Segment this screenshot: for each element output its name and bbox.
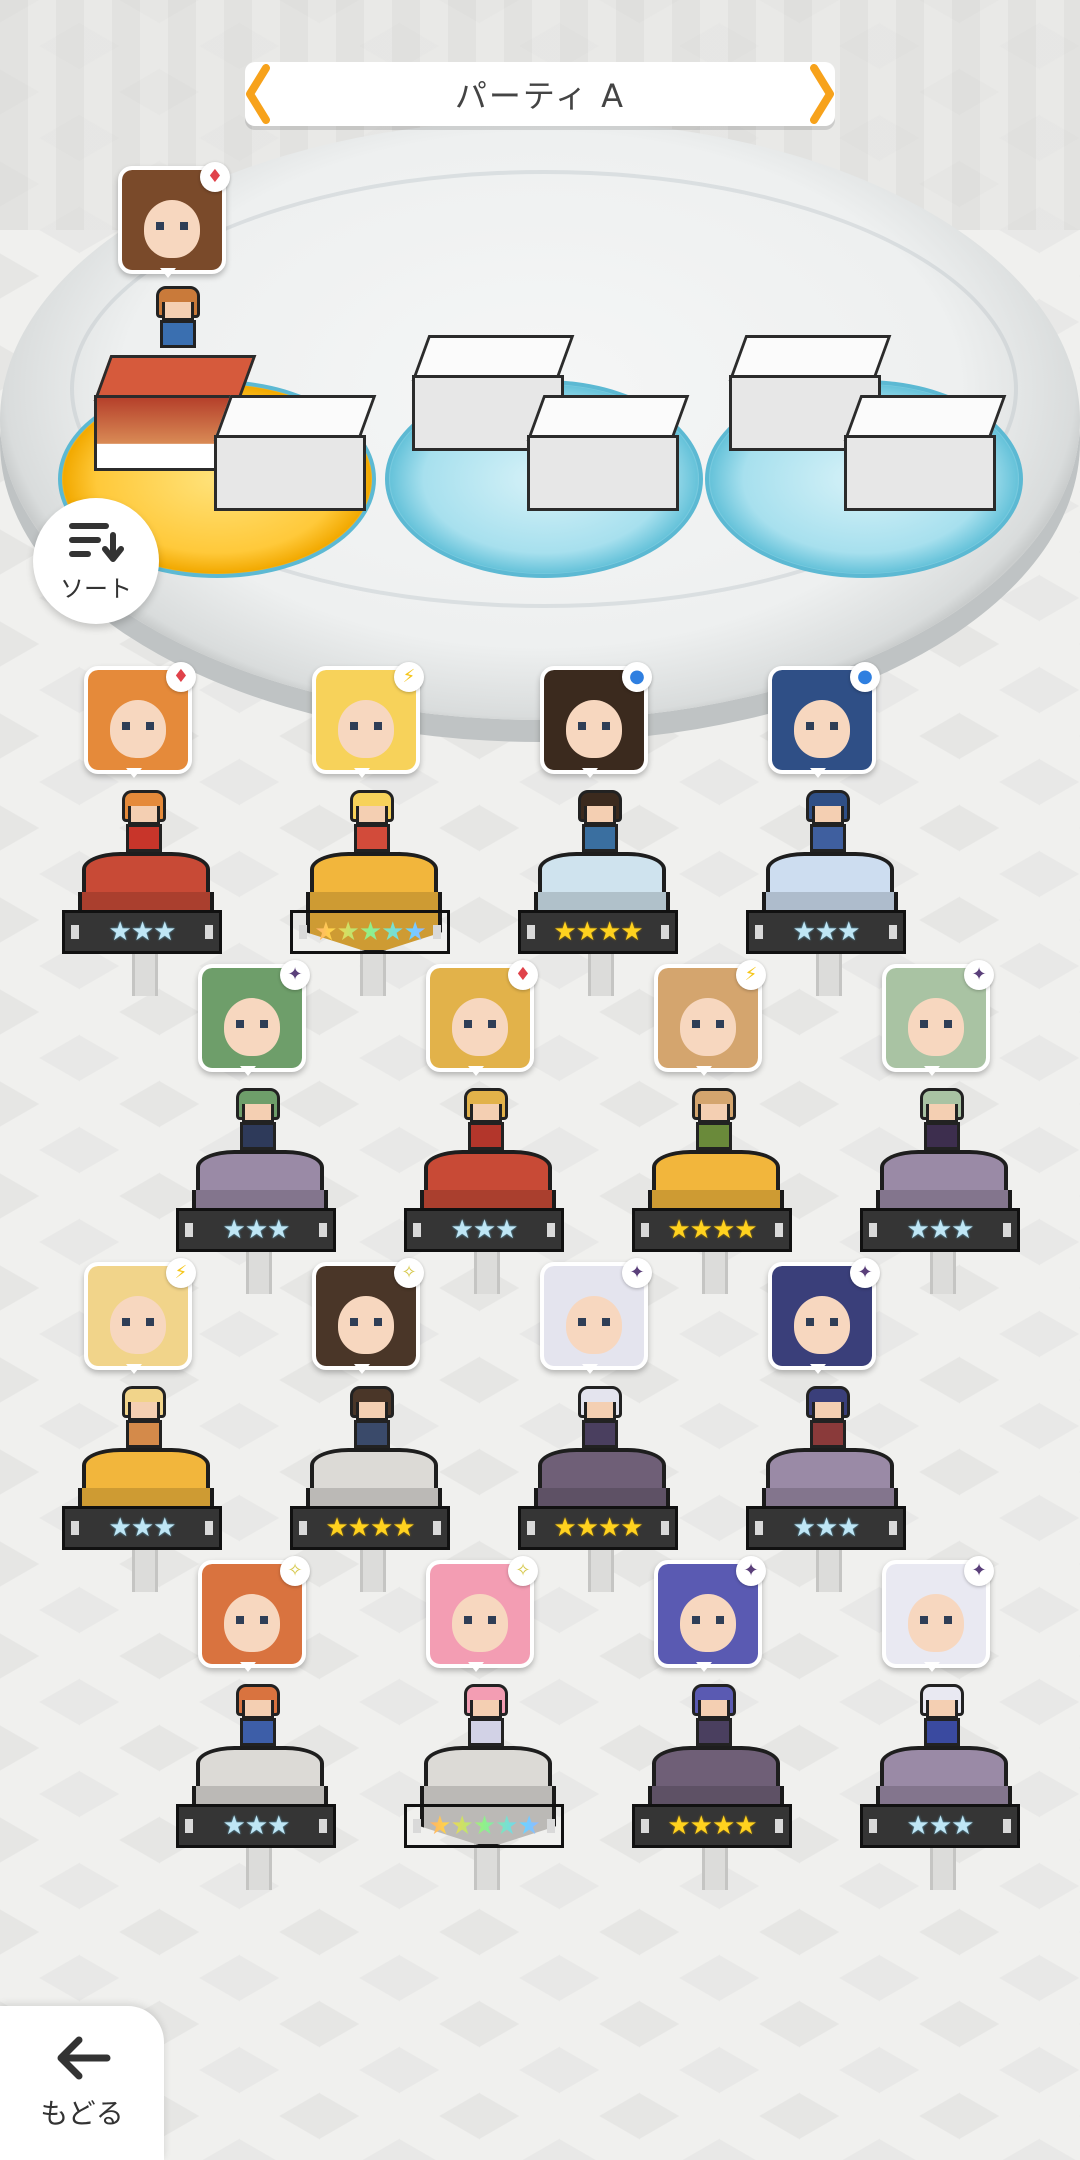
dark-element-icon: ✦ (736, 1556, 766, 1586)
next-party-button[interactable] (805, 62, 841, 126)
light-element-icon: ⚡ (394, 662, 424, 692)
character-card[interactable]: ✦ ★★★★ (518, 1258, 678, 1592)
water-element-icon: ● (622, 662, 652, 692)
character-sprite (118, 790, 166, 852)
wind-element-icon: ✧ (280, 1556, 310, 1586)
character-card[interactable]: ✧ ★★★★ (290, 1258, 450, 1592)
rarity-stars: ★★★★ (518, 1506, 678, 1550)
character-sprite (802, 790, 850, 852)
fire-element-icon: ♦ (166, 662, 196, 692)
character-sprite (232, 1684, 280, 1746)
back-button[interactable]: もどる (0, 2006, 164, 2160)
rarity-stars: ★★★ (860, 1208, 1020, 1252)
rarity-stars: ★★★★ (632, 1208, 792, 1252)
character-sprite (152, 286, 200, 348)
empty-block (843, 395, 1007, 511)
character-sprite (574, 1386, 622, 1448)
light-element-icon: ⚡ (166, 1258, 196, 1288)
character-sprite (232, 1088, 280, 1150)
character-card[interactable]: ✦ ★★★ (860, 960, 1020, 1294)
arrow-left-icon (57, 2036, 111, 2080)
character-card[interactable]: ♦ ★★★ (62, 662, 222, 996)
character-card[interactable]: ● ★★★★ (518, 662, 678, 996)
character-sprite (574, 790, 622, 852)
character-card[interactable]: ✦ ★★★ (746, 1258, 906, 1592)
character-sprite (460, 1088, 508, 1150)
character-card[interactable]: ♦ ★★★ (404, 960, 564, 1294)
character-sprite (802, 1386, 850, 1448)
rarity-stars: ★★★ (746, 910, 906, 954)
dark-element-icon: ✦ (964, 960, 994, 990)
light-element-icon: ⚡ (736, 960, 766, 990)
rarity-stars: ★★★★ (290, 1506, 450, 1550)
rarity-stars: ★★★ (746, 1506, 906, 1550)
character-card[interactable]: ✧ ★★★★★ (404, 1556, 564, 1890)
character-card[interactable]: ⚡ ★★★ (62, 1258, 222, 1592)
dark-element-icon: ✦ (280, 960, 310, 990)
character-card[interactable]: ✦ ★★★ (176, 960, 336, 1294)
prev-party-button[interactable] (239, 62, 275, 126)
party-title: パーティ A (454, 77, 626, 115)
character-sprite (688, 1088, 736, 1150)
rarity-stars: ★★★★ (518, 910, 678, 954)
rarity-stars: ★★★★★ (404, 1804, 564, 1848)
wind-element-icon: ✧ (508, 1556, 538, 1586)
chevron-right-icon (810, 64, 834, 124)
rarity-stars: ★★★ (62, 1506, 222, 1550)
rarity-stars: ★★★ (860, 1804, 1020, 1848)
sort-label: ソート (60, 574, 132, 603)
wind-element-icon: ✧ (394, 1258, 424, 1288)
rarity-stars: ★★★ (404, 1208, 564, 1252)
fire-element-icon: ♦ (508, 960, 538, 990)
sort-button[interactable]: ソート (33, 498, 159, 624)
rarity-stars: ★★★ (176, 1208, 336, 1252)
character-sprite (916, 1088, 964, 1150)
character-sprite (460, 1684, 508, 1746)
fire-element-icon: ♦ (200, 162, 230, 192)
dark-element-icon: ✦ (850, 1258, 880, 1288)
character-sprite (688, 1684, 736, 1746)
character-card[interactable]: ✦ ★★★ (860, 1556, 1020, 1890)
sort-icon (69, 522, 124, 562)
rarity-stars: ★★★ (62, 910, 222, 954)
rarity-stars: ★★★ (176, 1804, 336, 1848)
chevron-left-icon (246, 64, 270, 124)
character-sprite (916, 1684, 964, 1746)
dark-element-icon: ✦ (622, 1258, 652, 1288)
rarity-stars: ★★★★ (632, 1804, 792, 1848)
back-label: もどる (40, 2097, 124, 2130)
dark-element-icon: ✦ (964, 1556, 994, 1586)
character-card[interactable]: ⚡ ★★★★ (632, 960, 792, 1294)
character-sprite (118, 1386, 166, 1448)
character-sprite (346, 790, 394, 852)
character-card[interactable]: ✧ ★★★ (176, 1556, 336, 1890)
empty-block (526, 395, 690, 511)
party-leader[interactable]: ♦ (96, 162, 256, 466)
party-selector: パーティ A (245, 62, 835, 126)
character-sprite (346, 1386, 394, 1448)
character-card[interactable]: ⚡ ★★★★★ (290, 662, 450, 996)
water-element-icon: ● (850, 662, 880, 692)
rarity-stars: ★★★★★ (290, 910, 450, 954)
character-card[interactable]: ✦ ★★★★ (632, 1556, 792, 1890)
character-card[interactable]: ● ★★★ (746, 662, 906, 996)
